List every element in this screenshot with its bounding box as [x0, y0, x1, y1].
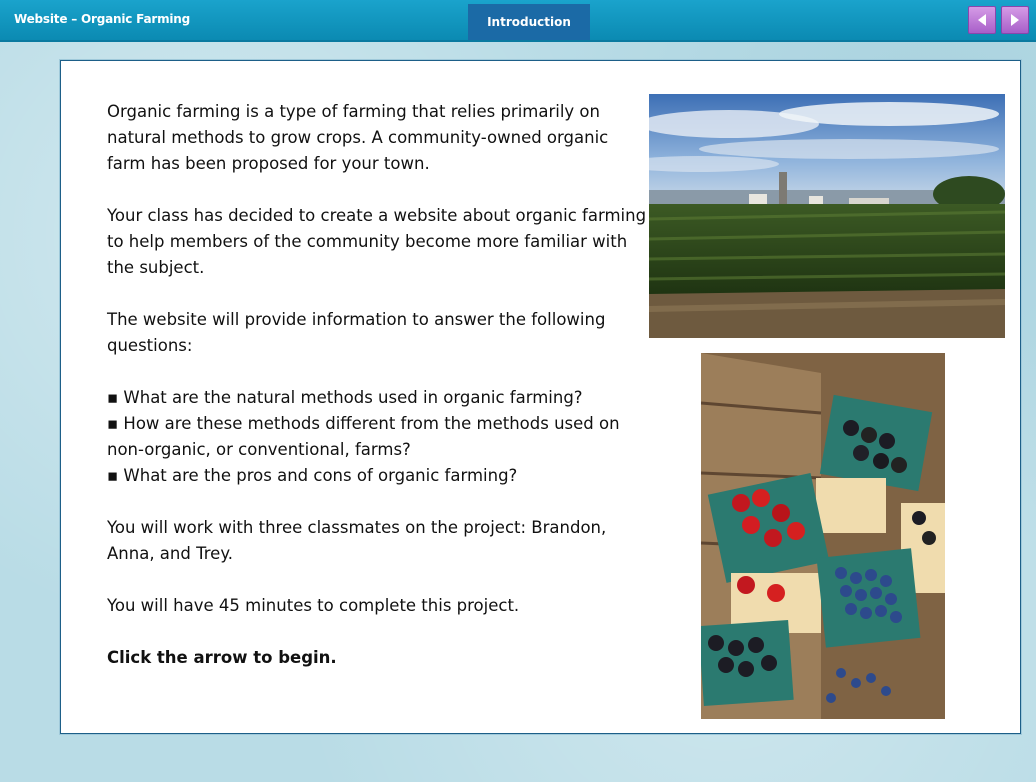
list-item: ▪ What are the pros and cons of organic … [107, 466, 518, 485]
tab-introduction[interactable]: Introduction [468, 4, 590, 40]
app-title: Website – Organic Farming [14, 12, 191, 26]
question-list: ▪ What are the natural methods used in o… [107, 385, 647, 489]
top-bar: Website – Organic Farming Introduction [0, 0, 1036, 42]
paragraph-team: You will work with three classmates on t… [107, 518, 607, 563]
next-button[interactable] [1001, 6, 1029, 34]
list-item: ▪ How are these methods different from t… [107, 414, 620, 459]
berries-photo [701, 353, 945, 719]
paragraph-class: Your class has decided to create a websi… [107, 206, 647, 277]
paragraph-time: You will have 45 minutes to complete thi… [107, 596, 520, 615]
list-item: ▪ What are the natural methods used in o… [107, 388, 583, 407]
prev-button[interactable] [968, 6, 996, 34]
paragraph-questions: The website will provide information to … [107, 310, 606, 355]
content-panel: Organic farming is a type of farming tha… [60, 60, 1021, 734]
arrow-left-icon [978, 14, 986, 26]
arrow-right-icon [1011, 14, 1019, 26]
call-to-action: Click the arrow to begin. [107, 648, 337, 667]
intro-text: Organic farming is a type of farming tha… [107, 99, 647, 697]
paragraph-intro: Organic farming is a type of farming tha… [107, 102, 609, 173]
farm-photo [649, 94, 1005, 338]
